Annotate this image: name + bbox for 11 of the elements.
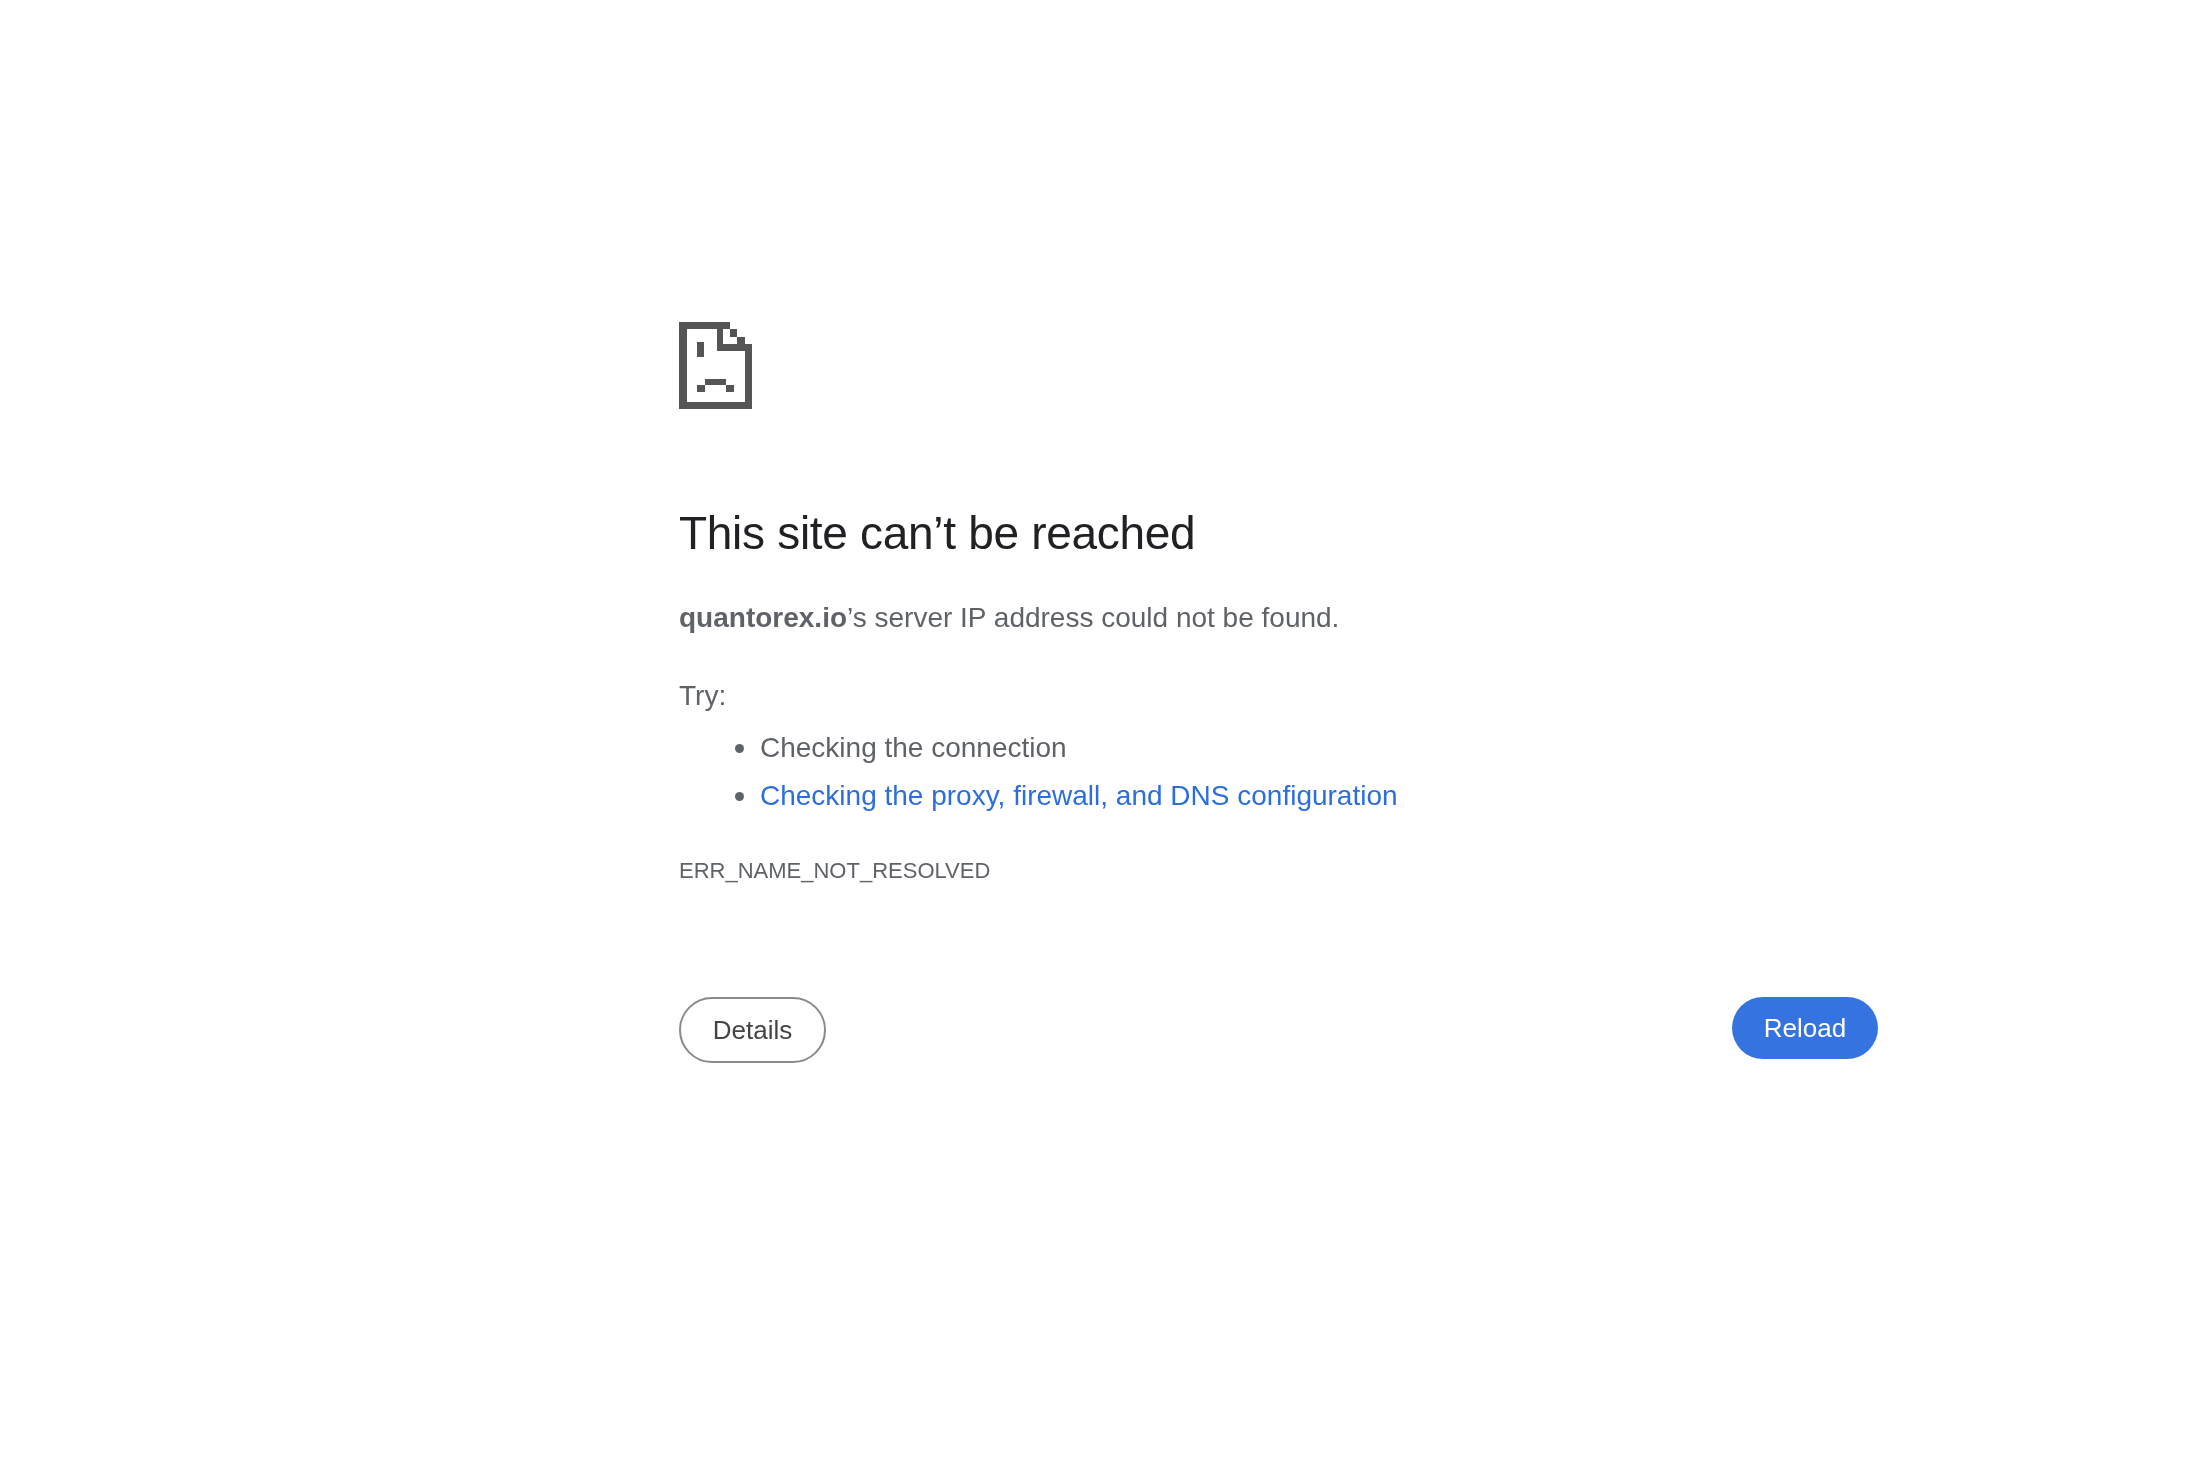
- suggestion-link[interactable]: Checking the proxy, firewall, and DNS configuration: [760, 780, 1398, 812]
- bullet-icon: [735, 791, 744, 801]
- page-heading: This site can’t be reached: [679, 506, 1197, 561]
- details-button[interactable]: Details: [679, 997, 826, 1063]
- bullet-icon: [735, 743, 744, 753]
- error-code: ERR_NAME_NOT_RESOLVED: [679, 857, 992, 885]
- reload-button[interactable]: Reload: [1732, 997, 1878, 1059]
- suggestion-text: Checking the connection: [760, 732, 1067, 764]
- error-message: quantorex.io’s server IP address could not be found.: [679, 601, 1341, 635]
- sad-document-icon: [679, 322, 752, 409]
- try-label: Try:: [679, 679, 728, 713]
